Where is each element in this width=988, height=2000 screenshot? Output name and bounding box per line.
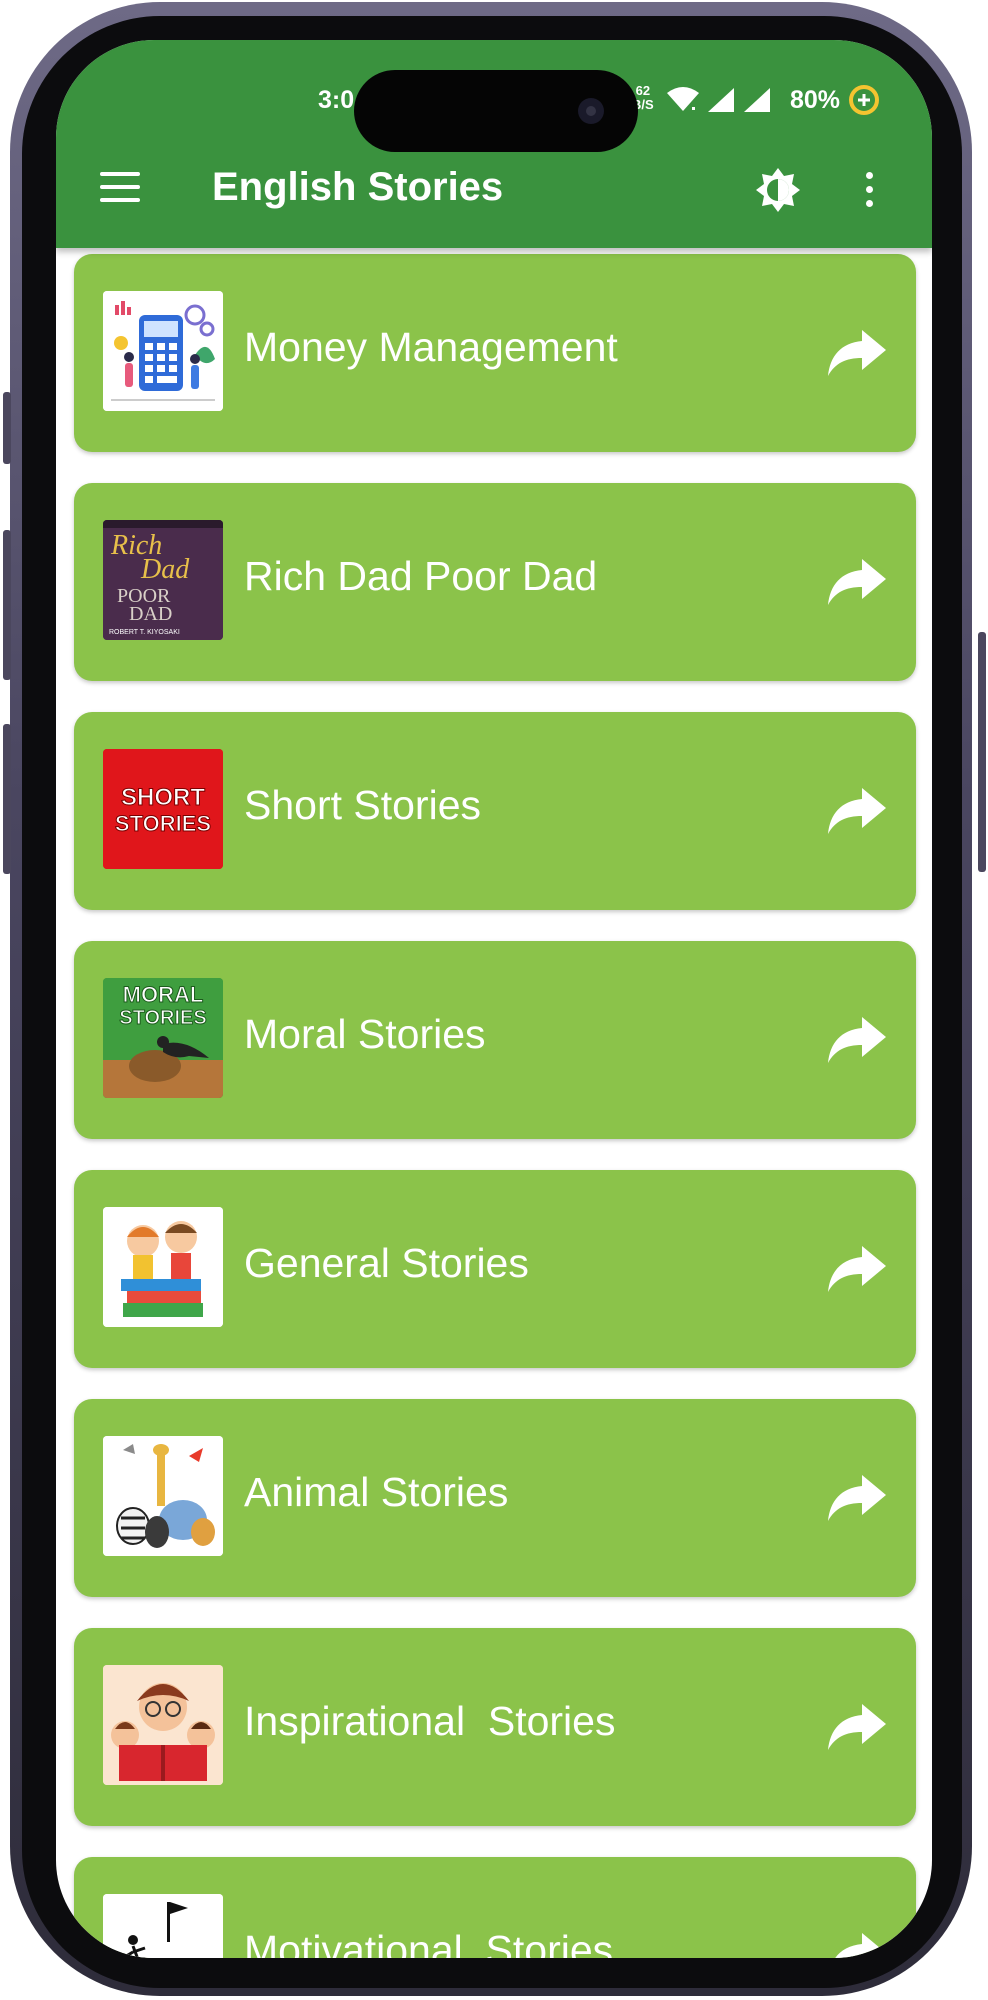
story-label: Rich Dad Poor Dad	[244, 553, 598, 599]
money-management-thumbnail	[103, 291, 223, 411]
svg-text:MORAL: MORAL	[123, 982, 204, 1007]
svg-text:STORIES: STORIES	[119, 1007, 206, 1029]
signal-icon-2	[744, 88, 770, 112]
svg-text:SHORT: SHORT	[121, 784, 205, 811]
share-forward-icon[interactable]	[826, 786, 888, 836]
share-forward-icon[interactable]	[826, 1473, 888, 1523]
story-card-motivational-stories[interactable]: Motivational Stories	[74, 1857, 916, 1958]
story-card-moral-stories[interactable]: MORAL STORIES Moral Stories	[74, 941, 916, 1139]
short-stories-logo: SHORT STORIES	[103, 749, 223, 869]
share-forward-icon[interactable]	[826, 1244, 888, 1294]
front-camera	[578, 98, 604, 124]
story-label: General Stories	[244, 1240, 529, 1286]
story-label: Moral Stories	[244, 1011, 486, 1057]
phone-power-button	[978, 632, 986, 872]
story-label: Money Management	[244, 324, 618, 370]
dynamic-island	[354, 70, 638, 152]
story-label: Short Stories	[244, 782, 481, 828]
story-card-rich-dad-poor-dad[interactable]: Rich Dad POOR DAD ROBERT T. KIYOSAKI Ric…	[74, 483, 916, 681]
phone-volume-up-button	[3, 530, 11, 680]
motivational-stories-thumbnail	[103, 1894, 223, 1958]
moral-stories-cover: MORAL STORIES	[103, 978, 223, 1098]
phone-screen: 3:0 62 B/S 80% English Stories Money Man…	[56, 40, 932, 1958]
animal-stories-illustration	[103, 1436, 223, 1556]
page-title: English Stories	[212, 165, 504, 209]
phone-action-button	[3, 392, 11, 464]
story-card-inspirational-stories[interactable]: Inspirational Stories	[74, 1628, 916, 1826]
svg-text:Dad: Dad	[140, 554, 190, 585]
battery-saver-icon	[849, 85, 879, 115]
story-card-general-stories[interactable]: General Stories	[74, 1170, 916, 1368]
story-card-short-stories[interactable]: SHORT STORIES Short Stories	[74, 712, 916, 910]
share-forward-icon[interactable]	[826, 328, 888, 378]
svg-text:ROBERT T. KIYOSAKI: ROBERT T. KIYOSAKI	[109, 629, 180, 636]
more-vert-icon[interactable]	[864, 170, 874, 210]
rich-dad-poor-dad-cover: Rich Dad POOR DAD ROBERT T. KIYOSAKI	[103, 520, 223, 640]
svg-text:STORIES: STORIES	[115, 811, 211, 836]
wifi-icon	[667, 87, 699, 111]
story-card-animal-stories[interactable]: Animal Stories	[74, 1399, 916, 1597]
general-stories-kids-illustration	[103, 1207, 223, 1327]
signal-icon	[708, 88, 734, 112]
story-label: Inspirational Stories	[244, 1698, 616, 1744]
brightness-icon[interactable]	[754, 166, 802, 214]
story-label: Motivational Stories	[244, 1927, 614, 1958]
phone-volume-down-button	[3, 724, 11, 874]
share-forward-icon[interactable]	[826, 1015, 888, 1065]
app-bar: 3:0 62 B/S 80% English Stories	[56, 40, 932, 248]
share-forward-icon[interactable]	[826, 1702, 888, 1752]
status-time: 3:0	[318, 86, 355, 114]
story-label: Animal Stories	[244, 1469, 509, 1515]
share-forward-icon[interactable]	[826, 557, 888, 607]
share-forward-icon[interactable]	[826, 1931, 888, 1958]
hamburger-menu-icon[interactable]	[100, 172, 140, 202]
svg-text:DAD: DAD	[129, 603, 172, 625]
status-icons	[666, 87, 772, 113]
inspirational-stories-illustration	[103, 1665, 223, 1785]
battery-percent: 80%	[790, 86, 841, 114]
story-card-money-management[interactable]: Money Management	[74, 254, 916, 452]
